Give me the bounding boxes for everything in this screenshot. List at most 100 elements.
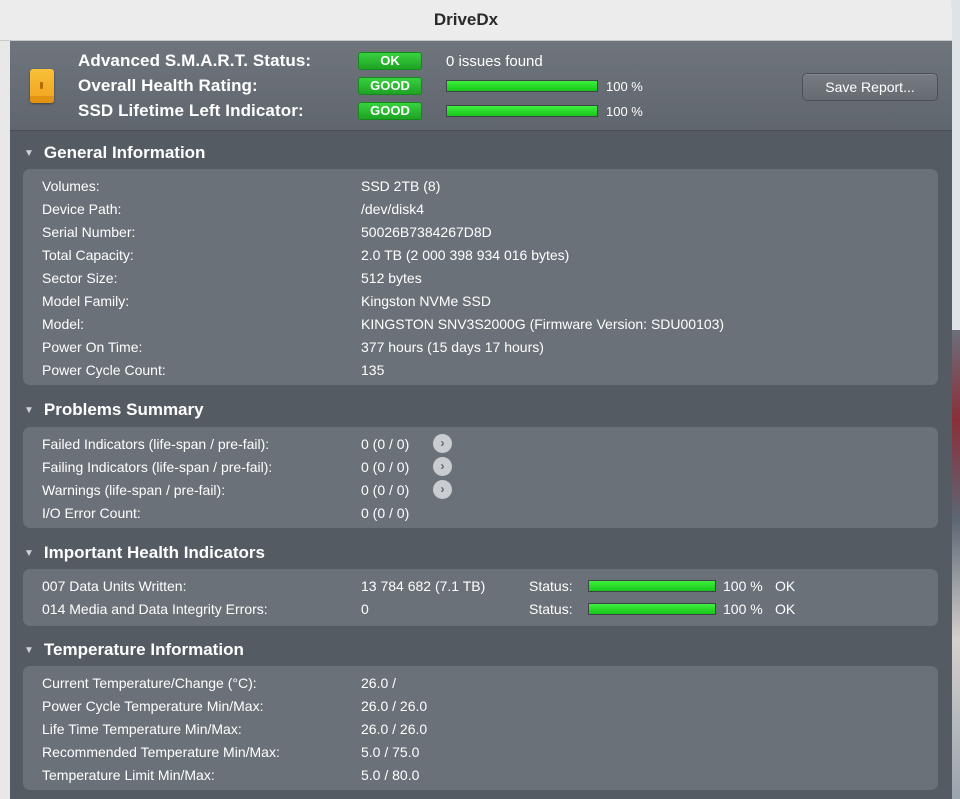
smart-status-text: 0 issues found [446, 52, 543, 70]
section-general-title: General Information [43, 143, 206, 162]
temperature-row-value: 26.0 / 26.0 [361, 697, 428, 714]
problems-row-value: 0 (0 / 0) [361, 504, 410, 521]
lifetime-left-bar [446, 105, 598, 117]
temperature-row-label: Temperature Limit Min/Max: [42, 766, 215, 783]
health-status-bar [588, 579, 716, 592]
general-row: Power Cycle Count: 135 [23, 358, 938, 381]
lifetime-left-bar-fill [447, 106, 597, 116]
temperature-row-value: 26.0 / 26.0 [361, 720, 428, 737]
problems-row-value: 0 (0 / 0) [361, 481, 410, 498]
save-report-button[interactable]: Save Report... [802, 73, 938, 101]
section-temperature-title: Temperature Information [43, 640, 244, 659]
general-row-value: 50026B7384267D8D [361, 223, 492, 240]
problems-row: Failing Indicators (life-span / pre-fail… [23, 455, 938, 478]
health-status-percent: 100 % [723, 600, 763, 617]
temperature-row-label: Power Cycle Temperature Min/Max: [42, 697, 264, 714]
temperature-info-panel: Current Temperature/Change (°C): 26.0 / Po… [23, 666, 938, 790]
general-row-value: 512 bytes [361, 269, 422, 286]
health-row: 014 Media and Data Integrity Errors: 0 Sta… [23, 597, 938, 620]
general-row-value: SSD 2TB (8) [361, 177, 441, 194]
disclosure-triangle-icon[interactable]: ▼ [24, 548, 34, 559]
smart-status-row: Advanced S.M.A.R.T. Status: OK 0 issues … [78, 50, 543, 72]
section-temperature-header[interactable]: ▼ Temperature Information [24, 638, 244, 662]
general-row-label: Power Cycle Count: [42, 361, 166, 378]
disclosure-triangle-icon[interactable]: ▼ [24, 645, 34, 656]
health-rating-row: Overall Health Rating: GOOD 100 % [78, 75, 643, 97]
general-row-value: /dev/disk4 [361, 200, 425, 217]
temperature-row-value: 26.0 / [361, 674, 397, 691]
health-indicators-panel: 007 Data Units Written: 13 784 682 (7.1 T… [23, 569, 938, 626]
title-bar[interactable]: DriveDx [0, 0, 952, 41]
general-row-label: Device Path: [42, 200, 122, 217]
problems-row-label: I/O Error Count: [42, 504, 141, 521]
general-row-label: Serial Number: [42, 223, 136, 240]
chevron-right-icon[interactable]: › [433, 457, 452, 476]
section-problems-header[interactable]: ▼ Problems Summary [24, 398, 204, 422]
desktop-wallpaper-edge [951, 0, 960, 799]
temperature-row: Life Time Temperature Min/Max: 26.0 / 26.… [23, 717, 938, 740]
general-row-label: Model Family: [42, 292, 130, 309]
problems-row-label: Failing Indicators (life-span / pre-fail… [42, 458, 273, 475]
temperature-row-label: Recommended Temperature Min/Max: [42, 743, 280, 760]
health-status-bar [588, 602, 716, 615]
general-row: Volumes: SSD 2TB (8) [23, 174, 938, 197]
general-row-label: Sector Size: [42, 269, 118, 286]
general-row-label: Power On Time: [42, 338, 143, 355]
health-status-bar-fill [589, 603, 715, 614]
general-row-value: 377 hours (15 days 17 hours) [361, 338, 544, 355]
problems-row: Failed Indicators (life-span / pre-fail)… [23, 432, 938, 455]
health-rating-badge: GOOD [358, 77, 422, 95]
health-status-bar-fill [589, 580, 715, 591]
health-rating-bar [446, 80, 598, 92]
general-row-value: Kingston NVMe SSD [361, 292, 491, 309]
health-row-label: 014 Media and Data Integrity Errors: [42, 600, 268, 617]
temperature-row: Power Cycle Temperature Min/Max: 26.0 / 2… [23, 694, 938, 717]
app-window: DriveDx Advanced S.M.A.R.T. Status: OK 0… [0, 0, 952, 799]
temperature-row: Temperature Limit Min/Max: 5.0 / 80.0 [23, 763, 938, 786]
general-row: Total Capacity: 2.0 TB (2 000 398 934 016… [23, 243, 938, 266]
chevron-right-icon[interactable]: › [433, 434, 452, 453]
general-row: Model: KINGSTON SNV3S2000G (Firmware Vers… [23, 312, 938, 335]
general-row: Serial Number: 50026B7384267D8D [23, 220, 938, 243]
health-status-state: OK [775, 577, 796, 594]
general-info-panel: Volumes: SSD 2TB (8) Device Path: /dev/disk… [23, 169, 938, 385]
smart-status-badge: OK [358, 52, 422, 70]
general-row-value: KINGSTON SNV3S2000G (Firmware Version: S… [361, 315, 725, 332]
disclosure-triangle-icon[interactable]: ▼ [24, 148, 34, 159]
general-row: Power On Time: 377 hours (15 days 17 hour… [23, 335, 938, 358]
lifetime-left-label: SSD Lifetime Left Indicator: [78, 101, 304, 120]
temperature-row: Current Temperature/Change (°C): 26.0 / [23, 671, 938, 694]
temperature-row: Recommended Temperature Min/Max: 5.0 / 75… [23, 740, 938, 763]
window-title: DriveDx [433, 10, 499, 29]
section-problems-title: Problems Summary [43, 400, 204, 419]
problems-row-label: Warnings (life-span / pre-fail): [42, 481, 226, 498]
health-row: 007 Data Units Written: 13 784 682 (7.1 T… [23, 574, 938, 597]
general-row-value: 135 [361, 361, 385, 378]
disclosure-triangle-icon[interactable]: ▼ [24, 405, 34, 416]
health-status-percent: 100 % [723, 577, 763, 594]
general-row: Device Path: /dev/disk4 [23, 197, 938, 220]
problems-row-value: 0 (0 / 0) [361, 435, 410, 452]
temperature-row-label: Current Temperature/Change (°C): [42, 674, 257, 691]
problems-summary-panel: Failed Indicators (life-span / pre-fail)… [23, 427, 938, 528]
smart-status-label: Advanced S.M.A.R.T. Status: [78, 51, 312, 70]
chevron-right-icon[interactable]: › [433, 480, 452, 499]
general-row: Model Family: Kingston NVMe SSD [23, 289, 938, 312]
general-row-label: Total Capacity: [42, 246, 134, 263]
health-rating-label: Overall Health Rating: [78, 76, 258, 95]
drive-icon [30, 69, 54, 103]
section-health-title: Important Health Indicators [43, 543, 265, 562]
section-general-header[interactable]: ▼ General Information [24, 141, 205, 165]
health-status-label: Status: [529, 577, 573, 594]
general-row-value: 2.0 TB (2 000 398 934 016 bytes) [361, 246, 570, 263]
lifetime-left-row: SSD Lifetime Left Indicator: GOOD 100 % [78, 100, 643, 122]
main-content: Advanced S.M.A.R.T. Status: OK 0 issues … [10, 41, 952, 799]
section-health-header[interactable]: ▼ Important Health Indicators [24, 541, 265, 565]
temperature-row-value: 5.0 / 80.0 [361, 766, 420, 783]
health-status-state: OK [775, 600, 796, 617]
general-row-label: Model: [42, 315, 85, 332]
lifetime-left-percent: 100 % [606, 103, 643, 119]
health-row-label: 007 Data Units Written: [42, 577, 187, 594]
health-rating-bar-fill [447, 81, 597, 91]
health-status-label: Status: [529, 600, 573, 617]
